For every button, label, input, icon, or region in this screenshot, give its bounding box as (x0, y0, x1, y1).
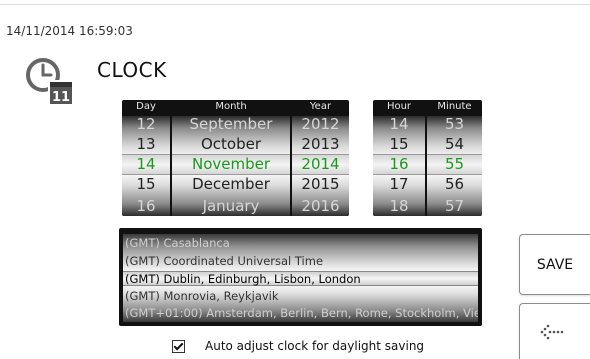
timezone-option[interactable]: (GMT) Coordinated Universal Time (125, 254, 478, 268)
minute-option[interactable]: 54 (427, 134, 482, 154)
hour-option-selected[interactable]: 16 (373, 154, 425, 174)
year-option[interactable]: 2013 (292, 134, 349, 154)
time-picker: Hour Minute 14 15 16 17 18 53 54 55 56 5… (373, 100, 482, 216)
hour-column-header: Hour (386, 101, 412, 112)
day-wheel[interactable]: 12 13 14 15 16 (122, 116, 170, 216)
hour-option[interactable]: 18 (373, 196, 425, 216)
minute-option[interactable]: 53 (427, 116, 482, 134)
timezone-option[interactable]: (GMT) Monrovia, Reykjavik (125, 289, 478, 303)
hour-option[interactable]: 15 (373, 134, 425, 154)
year-wheel[interactable]: 2012 2013 2014 2015 2016 (292, 116, 349, 216)
back-arrow-icon (540, 324, 564, 339)
day-option[interactable]: 12 (122, 116, 170, 134)
time-picker-header: Hour Minute (373, 100, 482, 114)
month-column-header: Month (215, 101, 247, 112)
month-option[interactable]: January (172, 196, 290, 216)
month-option[interactable]: September (172, 116, 290, 134)
day-option[interactable]: 15 (122, 174, 170, 194)
year-option-selected[interactable]: 2014 (292, 154, 349, 174)
timezone-list[interactable]: (GMT) Casablanca (GMT) Coordinated Unive… (119, 228, 482, 326)
year-column-header: Year (309, 101, 332, 112)
day-option[interactable]: 16 (122, 196, 170, 216)
page-title: CLOCK (97, 58, 167, 82)
save-button[interactable]: SAVE (519, 234, 590, 295)
daylight-saving-option[interactable]: Auto adjust clock for daylight saving (172, 338, 424, 354)
year-option[interactable]: 2016 (292, 196, 349, 216)
day-option[interactable]: 13 (122, 134, 170, 154)
clock-calendar-icon: 11 (26, 58, 72, 105)
year-option[interactable]: 2015 (292, 174, 349, 194)
year-option[interactable]: 2012 (292, 116, 349, 134)
minute-option[interactable]: 57 (427, 196, 482, 216)
hour-wheel[interactable]: 14 15 16 17 18 (373, 116, 425, 216)
daylight-saving-checkbox[interactable] (172, 339, 185, 353)
month-wheel[interactable]: September October November December Janu… (172, 116, 290, 216)
top-border (0, 4, 590, 5)
clock-settings-screen: 14/11/2014 16:59:03 11 CLOCK Day Month Y… (0, 0, 590, 359)
minute-option-selected[interactable]: 55 (427, 154, 482, 174)
day-option-selected[interactable]: 14 (122, 154, 170, 174)
daylight-saving-label: Auto adjust clock for daylight saving (205, 339, 425, 353)
month-option[interactable]: October (172, 134, 290, 154)
timezone-option[interactable]: (GMT) Casablanca (125, 236, 478, 250)
timezone-option[interactable]: (GMT+01:00) Amsterdam, Berlin, Bern, Rom… (125, 306, 478, 320)
minute-option[interactable]: 56 (427, 174, 482, 194)
current-datetime: 14/11/2014 16:59:03 (6, 24, 133, 38)
month-option[interactable]: December (172, 174, 290, 194)
calendar-day-number: 11 (52, 90, 70, 105)
month-option-selected[interactable]: November (172, 154, 290, 174)
minute-column-header: Minute (437, 101, 472, 112)
back-button[interactable] (519, 303, 590, 359)
timezone-wheel[interactable]: (GMT) Casablanca (GMT) Coordinated Unive… (123, 234, 478, 322)
date-picker: Day Month Year 12 13 14 15 16 September … (122, 100, 349, 216)
minute-wheel[interactable]: 53 54 55 56 57 (427, 116, 482, 216)
date-picker-header: Day Month Year (122, 100, 349, 114)
hour-option[interactable]: 14 (373, 116, 425, 134)
timezone-option-selected[interactable]: (GMT) Dublin, Edinburgh, Lisbon, London (125, 272, 478, 286)
day-column-header: Day (136, 101, 156, 112)
hour-option[interactable]: 17 (373, 174, 425, 194)
